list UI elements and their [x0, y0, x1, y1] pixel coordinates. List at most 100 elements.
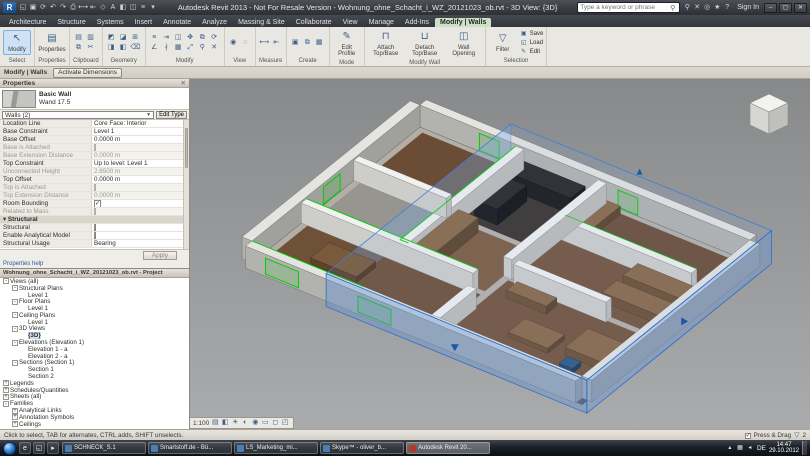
- modify-tool-button[interactable]: ↖ Modify: [3, 30, 31, 55]
- collapse-icon[interactable]: -: [12, 359, 18, 366]
- minimize-button[interactable]: –: [764, 2, 777, 13]
- close-palette-icon[interactable]: ✕: [181, 79, 186, 87]
- property-value[interactable]: Level 1: [92, 128, 189, 135]
- switch-windows-icon[interactable]: ▾: [148, 3, 158, 13]
- property-value[interactable]: [92, 144, 189, 151]
- expand-icon[interactable]: +: [3, 393, 9, 400]
- close-button[interactable]: ✕: [794, 2, 807, 13]
- split-face-icon[interactable]: ◧: [118, 43, 129, 53]
- property-value[interactable]: 2.6500 m: [92, 168, 189, 175]
- split-element-icon[interactable]: ∤: [161, 43, 172, 53]
- selection-filter-icon[interactable]: ▽: [794, 431, 799, 439]
- collapse-icon[interactable]: -: [12, 298, 18, 305]
- signin-button[interactable]: Sign In: [734, 4, 762, 11]
- explorer-icon[interactable]: ◱: [33, 442, 45, 454]
- communication-center-icon[interactable]: ◎: [702, 3, 712, 13]
- property-checkbox[interactable]: ✓: [94, 200, 102, 207]
- favorites-icon[interactable]: ★: [712, 3, 722, 13]
- property-value[interactable]: Core Face: Interior: [92, 120, 189, 127]
- attach-top-base-button[interactable]: ⊓ Attach Top/Base: [368, 28, 404, 59]
- collapse-icon[interactable]: -: [12, 312, 18, 319]
- create-assembly-icon[interactable]: ▦: [314, 38, 325, 48]
- hide-elements-icon[interactable]: ◌: [240, 38, 251, 48]
- create-similar-icon[interactable]: ⧉: [302, 38, 313, 48]
- filter-button[interactable]: ▽ Filter: [489, 30, 517, 55]
- measure-between-icon[interactable]: ⟷: [259, 38, 270, 48]
- taskbar-window-button[interactable]: LS_Marketing_mi...: [234, 442, 318, 454]
- tab-structure[interactable]: Structure: [52, 18, 90, 27]
- taskbar-window-button[interactable]: Skype™ - oliver_b...: [320, 442, 404, 454]
- property-value[interactable]: 0.0000 m: [92, 136, 189, 143]
- properties-help-link[interactable]: Properties help: [0, 260, 189, 268]
- taskbar-window-button[interactable]: Autodesk Revit 20...: [406, 442, 490, 454]
- crop-view-icon[interactable]: ▭: [260, 418, 270, 428]
- 3d-model-canvas[interactable]: [190, 79, 810, 429]
- align-icon[interactable]: ≡: [149, 33, 160, 43]
- cut-geometry-icon[interactable]: ◪: [118, 33, 129, 43]
- scale-icon[interactable]: ⤢: [185, 43, 196, 53]
- tag-icon[interactable]: ◇: [98, 3, 108, 13]
- save-selection-button[interactable]: ▣ Save: [520, 29, 544, 38]
- save-icon[interactable]: ▣: [28, 3, 38, 13]
- property-checkbox[interactable]: [94, 208, 96, 215]
- exchange-apps-icon[interactable]: ✕: [692, 3, 702, 13]
- media-player-icon[interactable]: ▸: [47, 442, 59, 454]
- type-selector[interactable]: Basic Wall Wand 17.5: [0, 88, 189, 110]
- property-checkbox[interactable]: [94, 224, 96, 231]
- property-value[interactable]: [92, 184, 189, 191]
- trim-extend-icon[interactable]: ∠: [149, 43, 160, 53]
- collapse-icon[interactable]: -: [12, 285, 18, 292]
- measure-icon[interactable]: ⟷: [78, 3, 88, 13]
- clock[interactable]: 14:47 29.10.2012: [769, 442, 799, 455]
- press-drag-checkbox[interactable]: ✓: [744, 432, 751, 439]
- restore-button[interactable]: ▢: [779, 2, 792, 13]
- paste-icon[interactable]: ▤: [73, 33, 84, 43]
- show-desktop-button[interactable]: [802, 441, 807, 455]
- shadows-icon[interactable]: ◐: [240, 418, 250, 428]
- property-checkbox[interactable]: [94, 144, 96, 151]
- property-value[interactable]: Up to level: Level 1: [92, 160, 189, 167]
- network-icon[interactable]: ▦: [736, 444, 744, 452]
- tab-analyze[interactable]: Analyze: [197, 18, 232, 27]
- detail-level-icon[interactable]: ▤: [210, 418, 220, 428]
- copy-move-icon[interactable]: ⧉: [197, 33, 208, 43]
- search-icon[interactable]: ⚲: [682, 3, 692, 13]
- undo-icon[interactable]: ↶: [48, 3, 58, 13]
- tab-massing-site[interactable]: Massing & Site: [233, 18, 290, 27]
- hidden-icons-icon[interactable]: ▴: [726, 444, 734, 452]
- edit-selection-button[interactable]: ✎ Edit: [520, 47, 544, 56]
- pin-icon[interactable]: ⚲: [197, 43, 208, 53]
- search-input[interactable]: [580, 4, 669, 11]
- tab-systems[interactable]: Systems: [92, 18, 129, 27]
- tab-architecture[interactable]: Architecture: [4, 18, 51, 27]
- ie-icon[interactable]: e: [19, 442, 31, 454]
- volume-icon[interactable]: ◂: [746, 444, 754, 452]
- collapse-icon[interactable]: -: [12, 325, 18, 332]
- sync-icon[interactable]: ⟳: [38, 3, 48, 13]
- tab-modify-walls[interactable]: Modify | Walls: [435, 18, 492, 27]
- array-icon[interactable]: ▦: [173, 43, 184, 53]
- dimension-icon[interactable]: ⇤: [271, 38, 282, 48]
- property-value[interactable]: 0.0000 m: [92, 152, 189, 159]
- tab-add-ins[interactable]: Add-Ins: [400, 18, 434, 27]
- tab-annotate[interactable]: Annotate: [158, 18, 196, 27]
- default-3d-view-icon[interactable]: ◧: [118, 3, 128, 13]
- help-icon[interactable]: ?: [722, 3, 732, 13]
- match-type-icon[interactable]: ▥: [85, 33, 96, 43]
- load-selection-button[interactable]: ◱ Load: [520, 38, 544, 47]
- redo-icon[interactable]: ↷: [58, 3, 68, 13]
- activate-dimensions-button[interactable]: Activate Dimensions: [53, 67, 122, 78]
- paint-icon[interactable]: ◨: [106, 43, 117, 53]
- element-filter-combo[interactable]: Walls (2) ▼: [2, 110, 155, 119]
- property-value[interactable]: [92, 224, 189, 231]
- start-button[interactable]: [3, 441, 16, 455]
- edit-type-button[interactable]: Edit Type: [156, 110, 187, 119]
- revit-app-button[interactable]: R: [3, 2, 16, 13]
- create-group-icon[interactable]: ▣: [290, 38, 301, 48]
- search-icon[interactable]: ⚲: [668, 4, 677, 12]
- thin-lines-icon[interactable]: ≡: [138, 3, 148, 13]
- expand-icon[interactable]: +: [3, 380, 9, 387]
- tree-node-ceilings[interactable]: + Ceilings: [0, 421, 189, 428]
- expand-icon[interactable]: +: [3, 387, 9, 394]
- demolish-icon[interactable]: ⌫: [130, 43, 141, 53]
